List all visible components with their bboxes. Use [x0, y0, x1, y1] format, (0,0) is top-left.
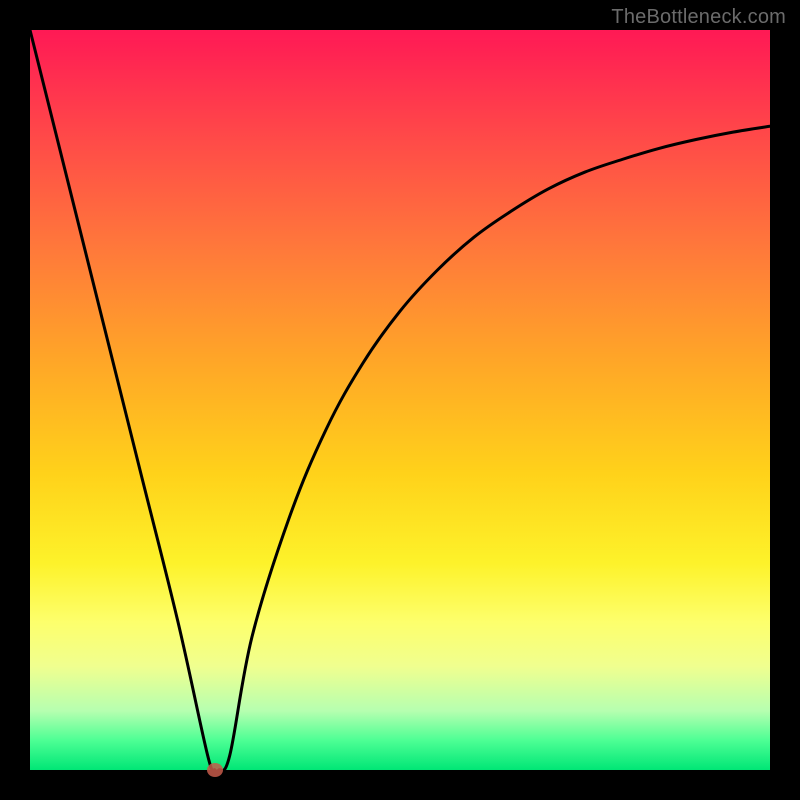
- chart-curve-path: [30, 30, 770, 770]
- watermark-text: TheBottleneck.com: [611, 6, 786, 29]
- chart-curve-svg: [30, 30, 770, 770]
- chart-plot-area: [30, 30, 770, 770]
- chart-marker-dot: [207, 763, 223, 777]
